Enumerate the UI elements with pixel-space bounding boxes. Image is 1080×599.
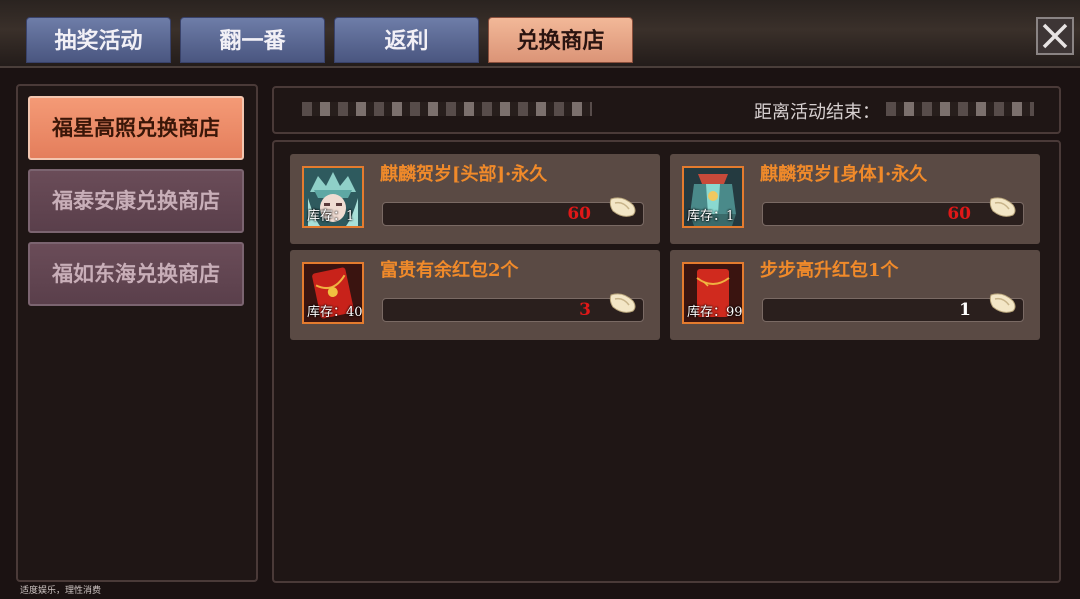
dragon-armor-icon: 库存：1 <box>682 166 744 228</box>
item-price: 3 <box>579 300 591 320</box>
red-envelope-icon: 库存：40 <box>302 262 364 324</box>
item-stock: 库存：40 <box>307 305 363 320</box>
redacted-countdown <box>886 102 1034 116</box>
item-card[interactable]: 库存：99+ 步步高升红包1个 1 <box>670 250 1040 340</box>
item-grid-panel: 库存：1 麒麟贺岁[头部]·永久 60 库存：1 麒麟贺岁[身体]·永久 60 … <box>272 140 1061 583</box>
item-stock: 库存：1 <box>307 209 355 224</box>
tab-exchange-shop[interactable]: 兑换商店 <box>488 17 633 63</box>
red-envelope-icon: 库存：99+ <box>682 262 744 324</box>
item-name: 富贵有余红包2个 <box>380 260 519 281</box>
price-bar: 60 <box>382 197 644 226</box>
item-price: 60 <box>567 204 591 224</box>
item-card[interactable]: 库存：1 麒麟贺岁[头部]·永久 60 <box>290 154 660 244</box>
scroll-currency-icon <box>609 197 636 217</box>
tab-lottery[interactable]: 抽奖活动 <box>26 17 171 63</box>
countdown-label: 距离活动结束： <box>754 102 880 123</box>
close-button[interactable] <box>1036 17 1074 55</box>
scroll-currency-icon <box>989 293 1016 313</box>
item-stock: 库存：99+ <box>687 305 743 320</box>
shop-button-fuxing[interactable]: 福星高照兑换商店 <box>28 96 244 160</box>
shop-button-futai[interactable]: 福泰安康兑换商店 <box>28 169 244 233</box>
scroll-currency-icon <box>989 197 1016 217</box>
item-price: 1 <box>959 300 971 320</box>
dragon-helmet-icon: 库存：1 <box>302 166 364 228</box>
price-bar: 3 <box>382 293 644 322</box>
item-card[interactable]: 库存：40 富贵有余红包2个 3 <box>290 250 660 340</box>
price-bar: 60 <box>762 197 1024 226</box>
item-name: 步步高升红包1个 <box>760 260 899 281</box>
tab-rebate[interactable]: 返利 <box>334 17 479 63</box>
redacted-text <box>302 102 592 116</box>
tab-double[interactable]: 翻一番 <box>180 17 325 63</box>
item-name: 麒麟贺岁[头部]·永久 <box>380 164 548 185</box>
item-name: 麒麟贺岁[身体]·永久 <box>760 164 928 185</box>
shop-button-furu[interactable]: 福如东海兑换商店 <box>28 242 244 306</box>
shop-list-panel: 福星高照兑换商店 福泰安康兑换商店 福如东海兑换商店 <box>16 84 258 582</box>
close-icon <box>1042 23 1068 49</box>
price-bar: 1 <box>762 293 1024 322</box>
top-bar: 抽奖活动 翻一番 返利 兑换商店 <box>0 0 1080 68</box>
activity-info-bar: 距离活动结束： <box>272 86 1061 134</box>
item-stock: 库存：1 <box>687 209 735 224</box>
item-card[interactable]: 库存：1 麒麟贺岁[身体]·永久 60 <box>670 154 1040 244</box>
footer-note: 适度娱乐，理性消费 <box>20 586 102 596</box>
item-price: 60 <box>947 204 971 224</box>
scroll-currency-icon <box>609 293 636 313</box>
